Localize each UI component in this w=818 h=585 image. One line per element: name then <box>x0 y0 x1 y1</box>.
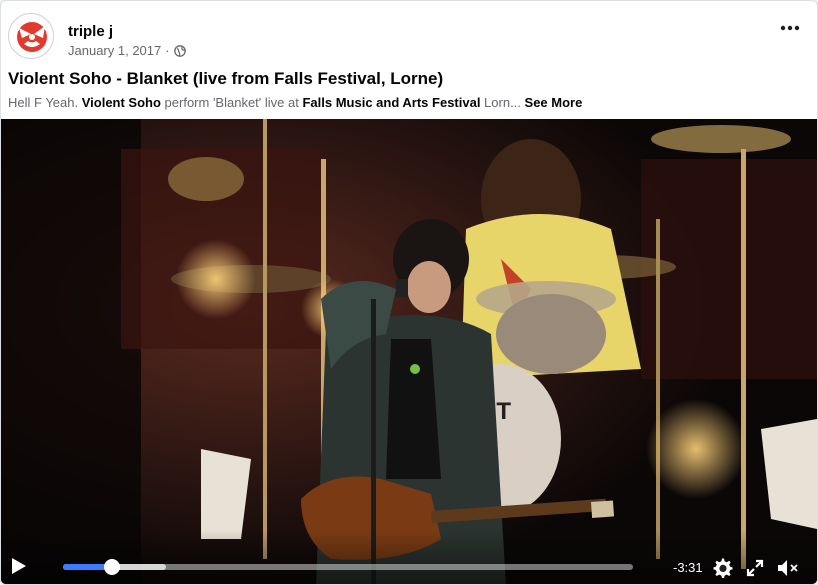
video-controls: -3:31 <box>1 530 817 584</box>
mute-icon <box>778 560 798 576</box>
video-title[interactable]: Violent Soho - Blanket (live from Falls … <box>8 69 443 89</box>
settings-icon <box>713 558 733 578</box>
time-remaining: -3:31 <box>673 560 703 575</box>
video-frame: BT <box>1 119 817 584</box>
post-card: triple j January 1, 2017 · Violent Soho … <box>0 0 818 585</box>
scrubber-handle[interactable] <box>104 559 121 575</box>
play-button[interactable] <box>10 556 28 576</box>
band-link[interactable]: Violent Soho <box>82 95 161 110</box>
post-header: triple j January 1, 2017 · Violent Soho … <box>1 1 817 119</box>
post-meta: January 1, 2017 · <box>68 43 186 58</box>
mute-button[interactable] <box>776 557 798 579</box>
post-date[interactable]: January 1, 2017 <box>68 43 161 58</box>
post-description: Hell F Yeah. Violent Soho perform 'Blank… <box>8 95 582 110</box>
video-player[interactable]: BT <box>1 119 817 584</box>
see-more-link[interactable]: See More <box>521 95 583 110</box>
settings-button[interactable] <box>711 557 733 579</box>
description-text: Hell F Yeah. <box>8 95 82 110</box>
more-options-icon <box>780 25 800 31</box>
description-text: perform 'Blanket' live at <box>160 95 303 110</box>
play-icon <box>12 558 26 574</box>
meta-separator: · <box>165 43 170 58</box>
fullscreen-button[interactable] <box>744 557 766 579</box>
description-text: Lorn... <box>480 95 521 110</box>
fullscreen-icon <box>746 559 764 577</box>
triple-j-logo-icon <box>17 22 47 52</box>
globe-icon[interactable] <box>173 44 186 57</box>
avatar[interactable] <box>8 13 54 59</box>
page-name[interactable]: triple j <box>68 23 113 40</box>
more-options-button[interactable] <box>777 17 803 39</box>
progress-bar[interactable] <box>63 559 633 575</box>
festival-link[interactable]: Falls Music and Arts Festival <box>302 95 480 110</box>
